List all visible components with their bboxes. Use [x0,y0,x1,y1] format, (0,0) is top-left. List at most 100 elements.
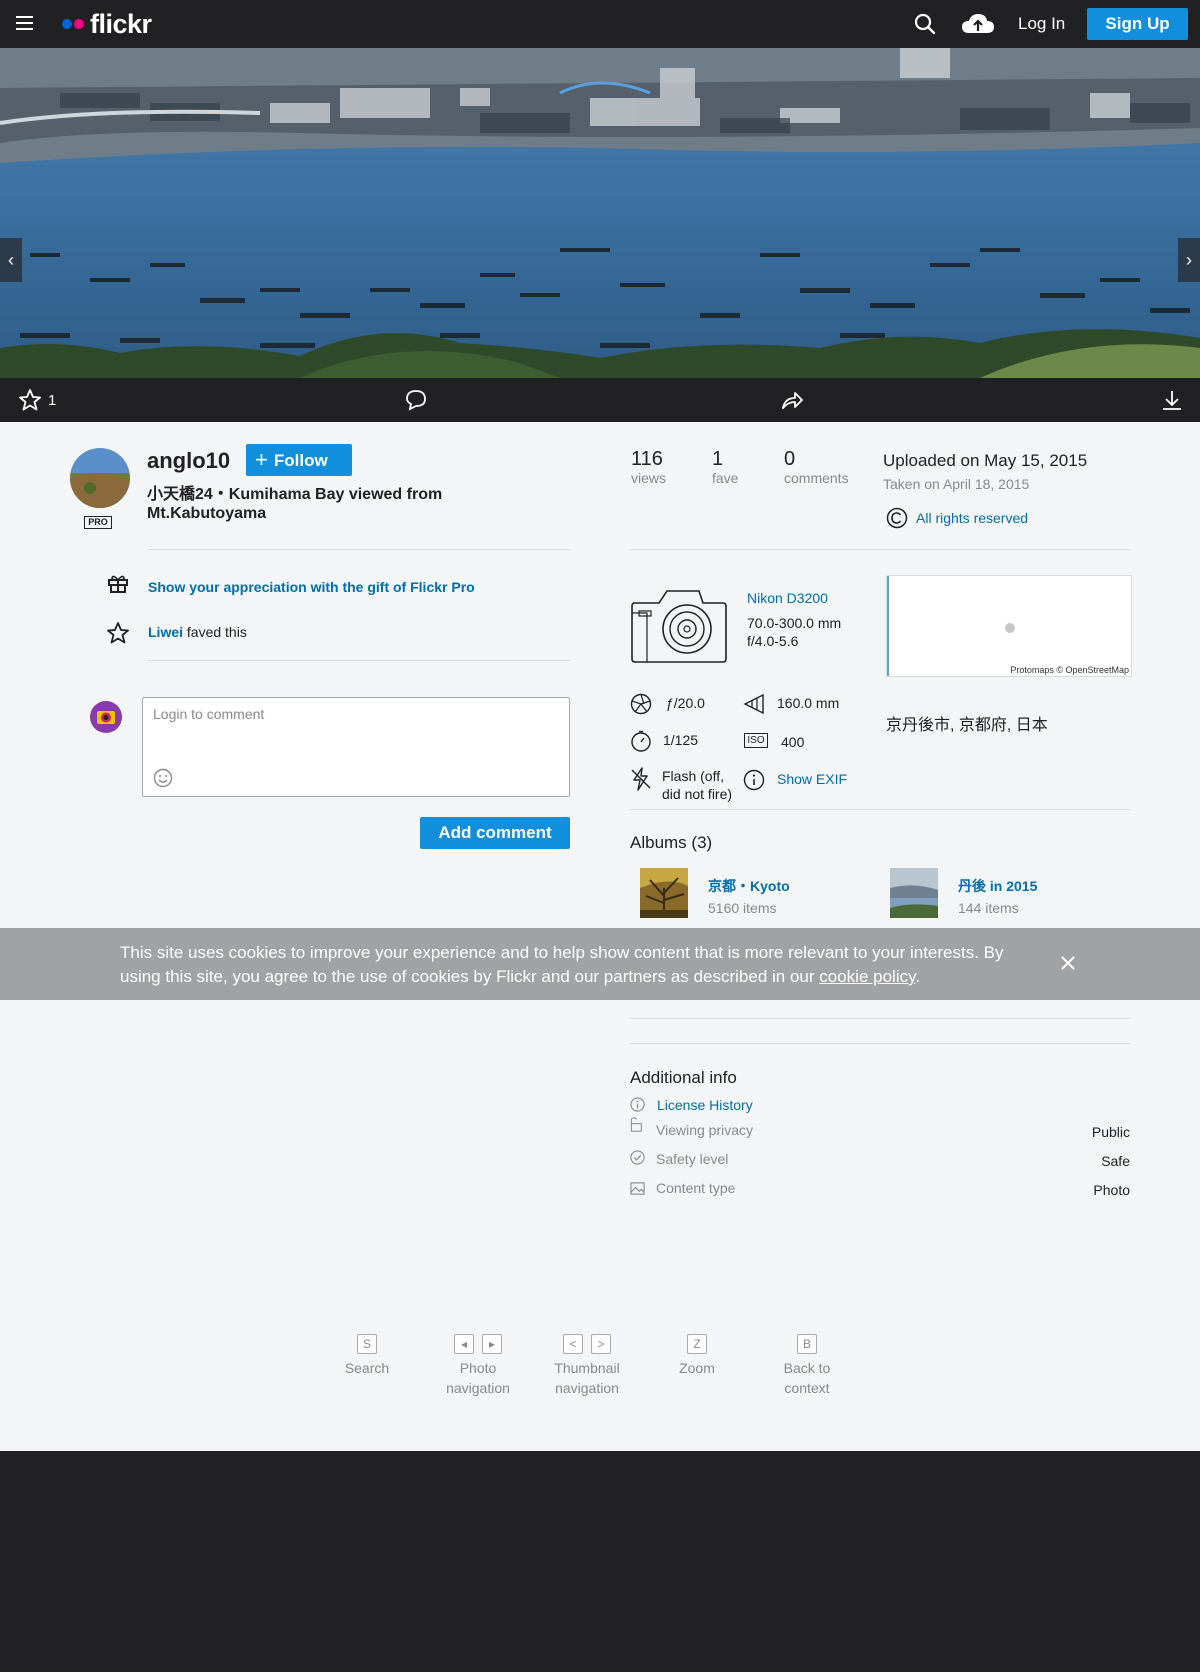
logo-pink-dot [74,19,84,29]
flickr-logo[interactable]: flickr [62,8,152,40]
shortcut-label: context [784,1380,830,1396]
album-name[interactable]: 丹後 in 2015 [958,876,1037,896]
cookie-suffix: . [915,967,921,986]
aperture-range: f/4.0-5.6 [747,633,799,649]
divider [630,1043,1130,1044]
additional-info-title: Additional info [630,1068,737,1087]
shortcut-thumbnail-navigation: < > Thumbnail navigation [538,1333,636,1398]
exif-flash-line1: Flash (off, [662,768,724,784]
views-count: 116 [631,448,663,470]
copyright-icon [886,507,908,529]
exif-iso: 400 [781,734,805,750]
cookie-message: This site uses cookies to improve your e… [120,941,1040,989]
commenter-avatar-icon [90,701,122,733]
plus-icon: + [255,447,268,472]
album-name[interactable]: 京都・Kyoto [708,876,790,896]
fave-star-icon[interactable] [18,388,42,412]
unlock-icon [630,1117,642,1132]
star-icon [107,622,129,644]
divider [148,549,570,550]
search-icon[interactable] [914,13,936,35]
follow-button[interactable]: + Follow [246,444,352,476]
album-thumbnail-kyoto[interactable] [640,868,688,918]
signup-button[interactable]: Sign Up [1087,8,1188,40]
emoji-icon[interactable] [153,768,173,788]
shortcut-label: Back to [783,1360,831,1376]
info-icon [743,769,765,791]
comment-icon[interactable] [404,388,428,412]
info-icon [630,1097,645,1112]
map-water-edge [887,576,889,676]
avatar-image [70,448,130,508]
upload-cloud-icon[interactable] [961,11,995,37]
key-greater-than: > [591,1334,611,1354]
faves-label: fave [712,470,739,486]
shortcut-label: navigation [555,1380,619,1396]
exif-shutter: 1/125 [663,732,699,748]
shortcut-label: Zoom [679,1360,715,1376]
divider [630,1018,1130,1019]
comments-count: 0 [784,448,796,470]
shortcut-label: Photo [459,1360,497,1376]
shortcut-search: S Search [337,1333,397,1378]
key-z: Z [687,1334,707,1354]
close-icon[interactable] [1058,953,1078,973]
owner-username[interactable]: anglo10 [147,448,230,474]
photo-action-bar: 1 [0,378,1200,422]
top-nav-bar: flickr Log In Sign Up [0,0,1200,48]
divider [630,549,1130,550]
photo-title: 小天橋24・Kumihama Bay viewed from Mt.Kabuto… [147,486,443,522]
camera-icon [631,590,727,663]
shortcut-label: Search [344,1360,390,1376]
gift-pro-link[interactable]: Show your appreciation with the gift of … [148,579,475,595]
footer [0,1451,1200,1672]
comment-input[interactable]: Login to comment [142,697,570,797]
license-history-link[interactable]: License History [657,1097,753,1113]
iso-icon: ISO [744,733,768,748]
comments-label: comments [784,470,849,486]
download-icon[interactable] [1160,388,1184,412]
camera-model-link[interactable]: Nikon D3200 [747,590,828,606]
cookie-policy-link[interactable]: cookie policy [819,967,915,986]
gift-icon [108,575,128,593]
album-count: 144 items [958,900,1019,916]
shortcut-label: navigation [446,1380,510,1396]
lens-spec: 70.0-300.0 mm [747,615,842,631]
exif-focal-length: 160.0 mm [777,695,840,711]
album-thumbnail-tango[interactable] [890,868,938,918]
safety-level-value: Safe [1101,1153,1130,1169]
views-label: views [631,470,667,486]
upload-date: Uploaded on May 15, 2015 [883,451,1088,470]
location-map[interactable]: Protomaps © OpenStreetMap [886,575,1132,677]
login-link[interactable]: Log In [1018,14,1065,34]
key-left: ◂ [454,1334,474,1354]
menu-icon[interactable] [16,16,33,30]
content-type-value: Photo [1093,1182,1130,1198]
map-pin-icon [1005,623,1015,633]
shutter-speed-icon [631,730,651,752]
faved-text: faved this [186,624,247,640]
photo-location: 京丹後市, 京都府, 日本 [886,717,1048,734]
key-s: S [357,1334,377,1354]
pro-badge: PRO [84,516,112,529]
all-rights-reserved-link[interactable]: All rights reserved [916,510,1028,526]
content-type-label: Content type [656,1180,736,1196]
follow-label: Follow [273,451,328,470]
viewing-privacy-label: Viewing privacy [656,1122,754,1138]
main-photo[interactable]: ‹ › [0,48,1200,378]
faved-user-link[interactable]: Liwei [148,624,183,640]
key-right: ▸ [482,1334,502,1354]
share-icon[interactable] [780,388,804,412]
logo-text: flickr [90,8,152,39]
add-comment-button[interactable]: Add comment [420,817,570,849]
previous-photo-button[interactable]: ‹ [0,238,22,282]
albums-title: Albums (3) [630,833,713,852]
focal-length-icon [743,693,764,715]
owner-avatar[interactable] [70,448,130,508]
photo-image [0,48,1200,378]
show-exif-link[interactable]: Show EXIF [777,771,847,787]
cookie-banner: This site uses cookies to improve your e… [0,928,1200,1000]
taken-date: Taken on April 18, 2015 [883,476,1030,492]
shortcut-back-to-context: B Back to context [772,1333,842,1398]
next-photo-button[interactable]: › [1178,238,1200,282]
